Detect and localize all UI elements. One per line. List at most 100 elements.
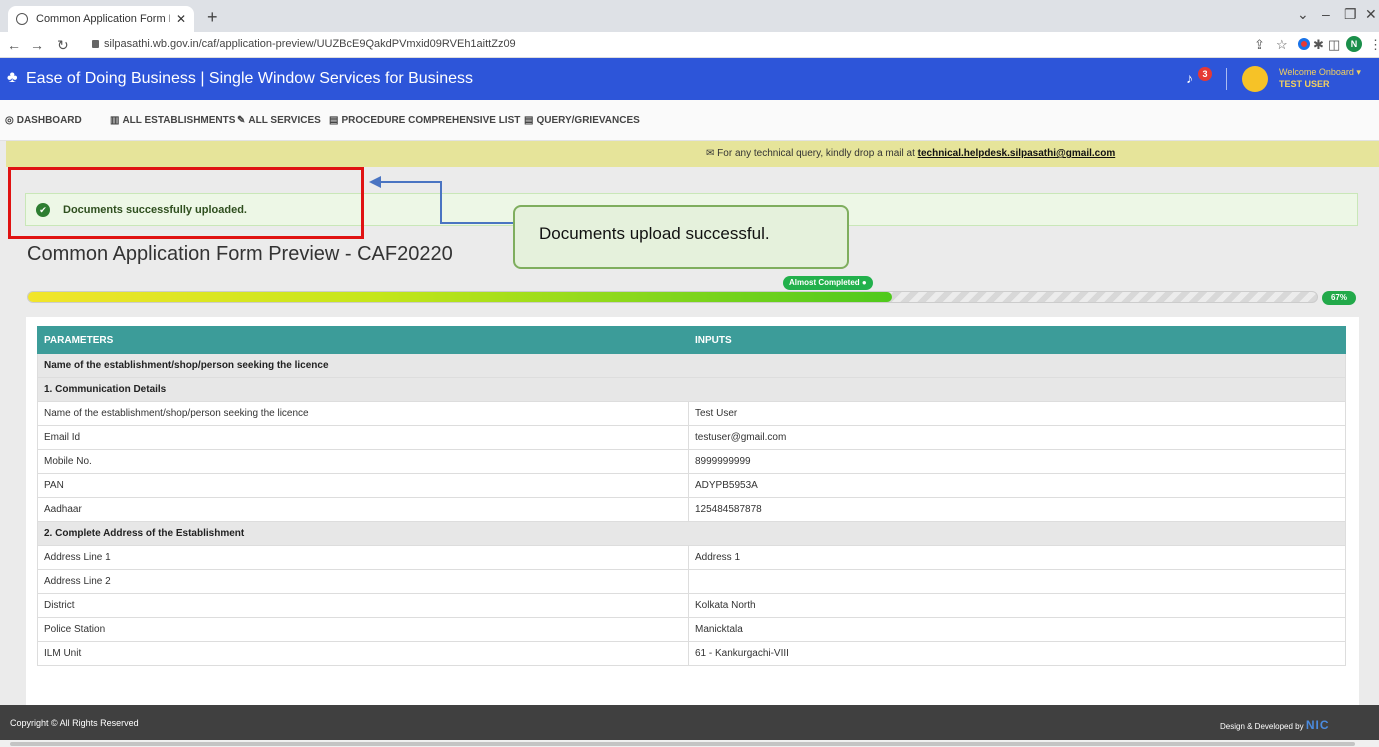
helpdesk-email-link[interactable]: technical.helpdesk.silpasathi@gmail.com: [918, 148, 1116, 159]
logo-icon: ♣: [7, 69, 18, 86]
input-cell: Kolkata North: [688, 593, 1346, 618]
mail-icon: ✉: [706, 148, 718, 159]
table-row: Aadhaar 125484587878: [37, 497, 1346, 522]
app-title[interactable]: Ease of Doing Business | Single Window S…: [26, 70, 473, 88]
form-preview-panel: PARAMETERS INPUTS Name of the establishm…: [26, 317, 1359, 705]
input-cell: 8999999999: [688, 449, 1346, 474]
welcome-text: Welcome Onboard: [1279, 67, 1354, 77]
menu-all-services[interactable]: ✎ ALL SERVICES: [237, 115, 321, 126]
annotation-arrow: [440, 222, 514, 224]
progress-fill: [28, 292, 892, 302]
nic-logo[interactable]: NIC: [1306, 718, 1330, 732]
input-cell: [688, 569, 1346, 594]
main-menu: ◎ DASHBOARD ▥ ALL ESTABLISHMENTS ✎ ALL SERV…: [0, 100, 1379, 141]
table-section-row: 2. Complete Address of the Establishment: [37, 521, 1346, 546]
menu-establishments-label: ALL ESTABLISHMENTS: [122, 115, 236, 126]
wrench-icon: ✎: [237, 115, 246, 126]
input-cell: Address 1: [688, 545, 1346, 570]
annotation-arrow: [380, 181, 441, 183]
header-divider: [1226, 68, 1227, 90]
table-row: PAN ADYPB5953A: [37, 473, 1346, 498]
browser-tab[interactable]: Common Application Form Previ ✕: [8, 6, 194, 32]
developed-by-label: Design & Developed by: [1220, 722, 1304, 731]
extension-record-icon[interactable]: [1298, 38, 1310, 50]
table-row: Address Line 1 Address 1: [37, 545, 1346, 570]
table-row: Police Station Manicktala: [37, 617, 1346, 642]
callout-text: Documents upload successful.: [539, 224, 770, 243]
tab-search-icon[interactable]: ⌄: [1297, 6, 1309, 23]
table-section-row: 1. Communication Details: [37, 377, 1346, 402]
browser-tab-bar: Common Application Form Previ ✕ + ⌄ – ❐ …: [0, 0, 1379, 32]
table-row: ILM Unit 61 - Kankurgachi-VIII: [37, 641, 1346, 666]
section-label: 2. Complete Address of the Establishment: [37, 521, 1346, 546]
menu-procedures-label: PROCEDURE COMPREHENSIVE LIST: [341, 115, 521, 126]
table-row: Name of the establishment/shop/person se…: [37, 401, 1346, 426]
globe-icon: [16, 13, 28, 25]
restore-icon[interactable]: ❐: [1344, 6, 1357, 23]
back-icon[interactable]: ←: [7, 37, 21, 53]
menu-dashboard[interactable]: ◎ DASHBOARD: [5, 115, 82, 126]
section-label: Name of the establishment/shop/person se…: [37, 353, 1346, 378]
table-section-row: Name of the establishment/shop/person se…: [37, 353, 1346, 378]
parameter-cell: Address Line 2: [37, 569, 689, 594]
footer: Copyright © All Rights Reserved Design &…: [0, 705, 1379, 740]
menu-procedure-list[interactable]: ▤ PROCEDURE COMPREHENSIVE LIST: [329, 115, 520, 126]
browser-menu-icon[interactable]: ⋮: [1369, 37, 1379, 53]
highlight-box: [8, 167, 364, 239]
close-tab-icon[interactable]: ✕: [176, 12, 186, 26]
parameter-cell: Police Station: [37, 617, 689, 642]
menu-dashboard-label: DASHBOARD: [16, 115, 82, 126]
progress-status-badge: Almost Completed ●: [783, 276, 873, 290]
url-field[interactable]: silpasathi.wb.gov.in/caf/application-pre…: [104, 38, 516, 50]
progress-percent: 67%: [1322, 291, 1356, 305]
parameters-table: PARAMETERS INPUTS Name of the establishm…: [37, 326, 1346, 666]
forward-icon[interactable]: →: [30, 37, 44, 53]
menu-query-grievances[interactable]: ▤ QUERY/GRIEVANCES: [524, 115, 640, 126]
table-header-row: PARAMETERS INPUTS: [37, 326, 1346, 354]
section-label: 1. Communication Details: [37, 377, 1346, 402]
parameter-cell: Aadhaar: [37, 497, 689, 522]
helpdesk-notice: ✉ For any technical query, kindly drop a…: [6, 141, 1379, 167]
copyright-text: Copyright © All Rights Reserved: [10, 718, 139, 728]
parameter-cell: Name of the establishment/shop/person se…: [37, 401, 689, 426]
message-icon: ▤: [524, 115, 534, 126]
table-row: Email Id testuser@gmail.com: [37, 425, 1346, 450]
reload-icon[interactable]: ↻: [57, 37, 69, 54]
parameter-cell: ILM Unit: [37, 641, 689, 666]
bell-icon[interactable]: ♪: [1186, 70, 1193, 86]
profile-avatar[interactable]: N: [1346, 36, 1362, 52]
menu-all-establishments[interactable]: ▥ ALL ESTABLISHMENTS: [110, 115, 235, 126]
extensions-puzzle-icon[interactable]: ✱: [1313, 37, 1324, 53]
input-cell: ADYPB5953A: [688, 473, 1346, 498]
bookmark-star-icon[interactable]: ☆: [1276, 37, 1288, 53]
minimize-icon[interactable]: –: [1322, 6, 1330, 22]
parameter-cell: PAN: [37, 473, 689, 498]
tab-title: Common Application Form Previ: [36, 13, 170, 25]
input-cell: 61 - Kankurgachi-VIII: [688, 641, 1346, 666]
thumbs-icon: ●: [861, 278, 867, 287]
share-icon[interactable]: ⇪: [1254, 37, 1265, 53]
sidepanel-icon[interactable]: ◫: [1328, 37, 1340, 53]
list-icon: ▤: [329, 115, 339, 126]
parameter-cell: Email Id: [37, 425, 689, 450]
menu-services-label: ALL SERVICES: [248, 115, 321, 126]
scrollbar-thumb[interactable]: [10, 742, 1355, 746]
parameter-cell: District: [37, 593, 689, 618]
table-row: Address Line 2: [37, 569, 1346, 594]
user-avatar[interactable]: [1242, 66, 1268, 92]
progress-status-label: Almost Completed: [789, 278, 860, 287]
new-tab-button[interactable]: +: [207, 7, 218, 28]
page-title: Common Application Form Preview - CAF202…: [27, 243, 453, 265]
app-header: ♣ Ease of Doing Business | Single Window…: [0, 58, 1379, 100]
menu-query-label: QUERY/GRIEVANCES: [536, 115, 640, 126]
annotation-callout: Documents upload successful.: [513, 205, 849, 269]
input-cell: 125484587878: [688, 497, 1346, 522]
developer-credit: Design & Developed by NIC: [1220, 718, 1330, 732]
header-inputs: INPUTS: [688, 326, 1346, 354]
notice-text: ✉ For any technical query, kindly drop a…: [706, 148, 1115, 159]
input-cell: Test User: [688, 401, 1346, 426]
header-parameters: PARAMETERS: [37, 326, 689, 354]
table-row: Mobile No. 8999999999: [37, 449, 1346, 474]
window-close-icon[interactable]: ✕: [1365, 6, 1377, 23]
user-menu-toggle[interactable]: Welcome Onboard ▾: [1279, 67, 1361, 78]
